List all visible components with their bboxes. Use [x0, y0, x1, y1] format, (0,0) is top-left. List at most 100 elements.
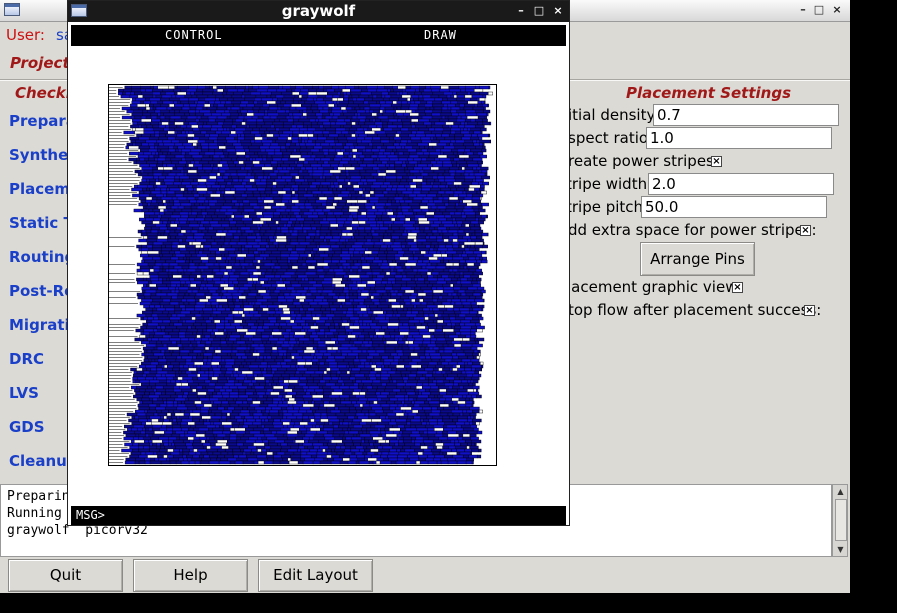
stop-flow-checkbox[interactable]: ×	[804, 305, 815, 316]
placed-cell	[139, 364, 146, 369]
graywolf-minimize-icon[interactable]: –	[514, 4, 528, 18]
placed-cell	[204, 169, 213, 174]
placed-cell	[264, 274, 276, 279]
scroll-thumb[interactable]	[835, 499, 847, 541]
placed-cell	[392, 286, 401, 291]
step-gds[interactable]: GDS	[9, 418, 45, 436]
step-preparation[interactable]: Prepara	[9, 112, 76, 130]
placed-cell	[318, 334, 325, 339]
placed-cell	[407, 91, 415, 96]
placed-cell	[472, 307, 482, 312]
placed-cell	[374, 367, 382, 372]
placed-cell	[276, 226, 281, 231]
placed-cell	[422, 307, 430, 312]
placed-cell	[336, 373, 340, 378]
placed-cell	[305, 361, 313, 366]
placed-cell	[212, 307, 217, 312]
placed-cell	[308, 172, 313, 177]
stripe-width-input[interactable]: 2.0	[648, 173, 834, 195]
placed-cell	[176, 355, 182, 360]
placed-cell	[317, 343, 327, 348]
placed-cell	[443, 319, 451, 324]
placed-cell	[274, 178, 286, 183]
placed-cell	[453, 343, 462, 348]
log-scrollbar[interactable]: ▲ ▼	[832, 484, 848, 557]
placed-cell	[196, 274, 202, 279]
scroll-down-icon[interactable]: ▼	[835, 544, 846, 555]
placed-cell	[348, 151, 353, 156]
placed-cell	[437, 361, 442, 366]
step-post-route[interactable]: Post-Ro	[9, 282, 74, 300]
placed-cell	[195, 364, 201, 369]
placed-cell	[266, 133, 274, 138]
placed-cell	[168, 262, 179, 267]
placed-cell	[308, 208, 316, 213]
placed-cell	[446, 322, 452, 327]
placed-cell	[470, 235, 477, 240]
placement-canvas[interactable]	[108, 84, 497, 466]
graywolf-maximize-icon[interactable]: □	[532, 4, 546, 18]
placed-cell	[396, 367, 407, 372]
placed-cell	[151, 118, 161, 123]
menu-draw[interactable]: DRAW	[424, 28, 457, 42]
placed-cell	[241, 112, 247, 117]
placed-cell	[441, 106, 449, 111]
placed-cell	[334, 139, 339, 144]
placed-cell	[220, 367, 227, 372]
step-lvs[interactable]: LVS	[9, 384, 39, 402]
placed-cell	[323, 166, 335, 171]
placed-cell	[156, 163, 163, 168]
placed-cell	[463, 151, 467, 156]
step-drc[interactable]: DRC	[9, 350, 44, 368]
placed-cell	[266, 247, 279, 252]
menu-control[interactable]: CONTROL	[165, 28, 223, 42]
placed-cell	[281, 157, 290, 162]
placed-cell	[437, 190, 446, 195]
help-button[interactable]: Help	[133, 559, 248, 592]
placed-cell	[469, 130, 474, 135]
close-icon[interactable]: ×	[830, 3, 844, 17]
placed-cell	[188, 163, 194, 168]
edit-layout-button[interactable]: Edit Layout	[258, 559, 373, 592]
placed-cell	[301, 316, 313, 321]
placed-cell	[228, 304, 235, 309]
placed-cell	[380, 136, 390, 141]
placed-cell	[237, 154, 246, 159]
placed-cell	[165, 175, 175, 180]
placed-cell	[425, 106, 431, 111]
power-stripes-checkbox[interactable]: ×	[711, 156, 722, 167]
extra-space-checkbox[interactable]: ×	[800, 225, 811, 236]
placed-cell	[208, 316, 214, 321]
placed-cell	[224, 187, 231, 192]
placed-cell	[464, 187, 469, 192]
scroll-up-icon[interactable]: ▲	[835, 486, 846, 497]
graywolf-titlebar[interactable]: graywolf – □ ×	[68, 1, 569, 22]
quit-button[interactable]: Quit	[8, 559, 123, 592]
placed-cell	[211, 271, 216, 276]
placed-cell	[175, 286, 180, 291]
placed-cell	[353, 328, 365, 333]
arrange-pins-button[interactable]: Arrange Pins	[640, 242, 755, 276]
maximize-icon[interactable]: □	[812, 3, 826, 17]
placed-cell	[470, 220, 479, 225]
placed-cell	[323, 160, 329, 165]
placed-cell	[303, 85, 313, 90]
placed-cell	[148, 208, 154, 213]
placed-cell	[404, 220, 416, 225]
placed-cell	[205, 214, 212, 219]
placed-cell	[141, 259, 145, 264]
stripe-pitch-input[interactable]: 50.0	[641, 196, 827, 218]
graphic-view-checkbox[interactable]: ×	[732, 282, 743, 293]
placed-cell	[263, 322, 275, 327]
window-icon[interactable]	[4, 3, 20, 16]
minimize-icon[interactable]: –	[796, 3, 810, 17]
step-routing[interactable]: Routing	[9, 248, 75, 266]
placed-cell	[345, 313, 355, 318]
initial-density-input[interactable]: 0.7	[653, 104, 839, 126]
aspect-ratio-input[interactable]: 1.0	[646, 127, 832, 149]
graywolf-close-icon[interactable]: ×	[551, 4, 565, 18]
placed-cell	[208, 265, 221, 270]
placed-cell	[233, 340, 237, 345]
placed-cell	[269, 238, 276, 243]
placed-cell	[359, 325, 371, 330]
